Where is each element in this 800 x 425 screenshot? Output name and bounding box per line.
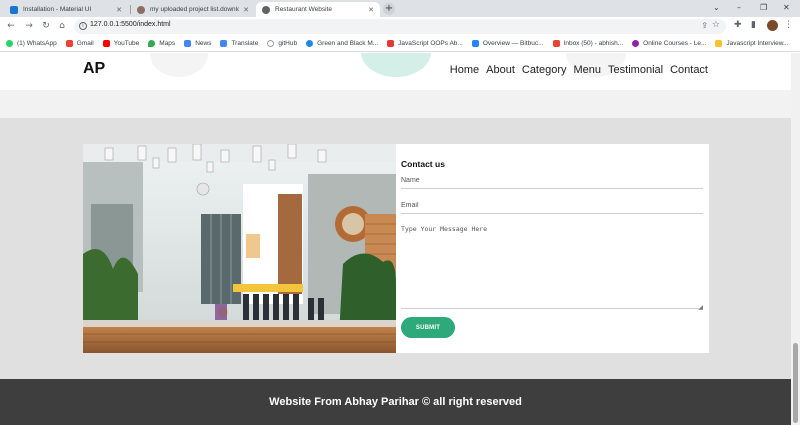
project-favicon-icon (137, 5, 145, 14)
home-icon[interactable]: ⌂ (56, 20, 68, 32)
close-window-icon[interactable]: ✕ (783, 3, 790, 12)
bookmark-maps[interactable]: Maps (148, 40, 175, 47)
interview-icon (715, 40, 723, 47)
back-icon[interactable]: ← (5, 20, 17, 32)
bookmark-label: Gmail (76, 40, 94, 47)
email-field[interactable] (401, 197, 703, 214)
whatsapp-icon (6, 40, 13, 47)
tab-title: Installation - Material UI (23, 6, 92, 13)
page-scrollbar[interactable] (791, 53, 800, 425)
submit-button[interactable]: SUBMIT (401, 317, 455, 338)
message-field[interactable] (401, 223, 703, 309)
contact-form: Contact us ◢ SUBMIT (401, 144, 703, 353)
bookmark-label: (1) WhatsApp (17, 40, 57, 47)
side-panel-icon[interactable]: ▮ (751, 20, 756, 30)
scrolled-content-circle (361, 53, 431, 77)
bookmark-label: Maps (159, 40, 176, 47)
bookmark-news[interactable]: News (184, 40, 211, 47)
profile-avatar[interactable] (767, 20, 778, 31)
github-icon (267, 40, 275, 47)
contact-section: Contact us ◢ SUBMIT (83, 144, 709, 353)
minimize-icon[interactable]: – (737, 3, 741, 12)
tab-search-icon[interactable]: ⌄ (713, 3, 720, 12)
browser-toolbar: ← → ↻ ⌂ i 127.0.0.1:5500/index.html ⇪ ☆ … (0, 17, 800, 36)
courses-icon (632, 40, 640, 47)
bookmark-label: gitHub (278, 40, 298, 47)
bookmark-label: YouTube (113, 40, 140, 47)
forward-icon[interactable]: → (23, 20, 35, 32)
address-bar[interactable]: i 127.0.0.1:5500/index.html ⇪ ☆ (74, 19, 726, 34)
tab-title: my uploaded project list.downlo (150, 6, 240, 13)
material-ui-favicon-icon (10, 5, 18, 14)
bookmark-green-black[interactable]: Green and Black M... (306, 40, 378, 47)
bookmark-whatsapp[interactable]: (1) WhatsApp (6, 40, 57, 47)
url-text[interactable]: 127.0.0.1:5500/index.html (90, 21, 171, 28)
bookmark-js-interview[interactable]: Javascript Interview... (715, 40, 789, 47)
bookmark-youtube[interactable]: YouTube (102, 40, 140, 47)
reload-icon[interactable]: ↻ (40, 20, 52, 32)
footer-text: Website From Abhay Parihar © all right r… (269, 396, 522, 408)
site-info-icon[interactable]: i (79, 22, 87, 30)
nav-link-testimonial[interactable]: Testimonial (608, 64, 663, 76)
bookmark-label: Overview — Bitbuc... (482, 40, 544, 47)
restaurant-interior-image (83, 144, 396, 353)
chrome-icon (306, 40, 314, 47)
page-viewport: AP Home About Category Menu Testimonial … (0, 53, 791, 425)
bookmark-label: Online Courses - Le... (643, 40, 707, 47)
bookmark-label: JavaScript OOPs Ab... (398, 40, 463, 47)
extensions-icon[interactable]: ✚ (734, 20, 742, 30)
scrolled-content-circle (150, 53, 208, 77)
shield-icon (387, 40, 395, 47)
bookmark-bitbucket[interactable]: Overview — Bitbuc... (471, 40, 544, 47)
news-icon (184, 40, 192, 47)
scrollbar-thumb[interactable] (793, 343, 798, 423)
bookmark-label: News (195, 40, 212, 47)
bitbucket-icon (471, 40, 479, 47)
restaurant-interior-illustration (83, 144, 396, 353)
site-footer: Website From Abhay Parihar © all right r… (0, 379, 791, 425)
bookmark-star-icon[interactable]: ☆ (712, 20, 720, 30)
bookmark-inbox[interactable]: Inbox (50) - abhish... (552, 40, 624, 47)
restore-icon[interactable]: ❐ (760, 3, 767, 12)
close-tab-icon[interactable]: ✕ (243, 6, 249, 14)
bookmark-label: Inbox (50) - abhish... (563, 40, 624, 47)
bookmark-label: Translate (231, 40, 259, 47)
maps-pin-icon (148, 40, 156, 47)
main-nav: Home About Category Menu Testimonial Con… (443, 64, 708, 76)
browser-tab-active[interactable]: Restaurant Website ✕ (256, 2, 380, 17)
nav-link-contact[interactable]: Contact (670, 64, 708, 76)
youtube-icon (102, 40, 110, 47)
nav-link-category[interactable]: Category (522, 64, 567, 76)
nav-link-about[interactable]: About (486, 64, 515, 76)
bookmark-translate[interactable]: Translate (220, 40, 258, 47)
bookmark-label: Javascript Interview... (726, 40, 789, 47)
browser-tab[interactable]: my uploaded project list.downlo ✕ (131, 2, 255, 17)
section-divider-band (0, 90, 791, 118)
gmail-icon (65, 40, 73, 47)
translate-icon (220, 40, 228, 47)
close-tab-icon[interactable]: ✕ (368, 6, 374, 14)
textarea-resize-handle-icon[interactable]: ◢ (698, 304, 703, 311)
bookmark-online-courses[interactable]: Online Courses - Le... (632, 40, 706, 47)
nav-link-home[interactable]: Home (450, 64, 479, 76)
browser-tab[interactable]: Installation - Material UI ✕ (4, 2, 128, 17)
tab-title: Restaurant Website (275, 6, 332, 13)
gmail-icon (552, 40, 560, 47)
nav-link-menu[interactable]: Menu (574, 64, 602, 76)
bookmark-label: Green and Black M... (317, 40, 379, 47)
contact-heading: Contact us (401, 159, 445, 169)
menu-kebab-icon[interactable]: ⋮ (784, 20, 793, 30)
name-field[interactable] (401, 172, 703, 189)
close-tab-icon[interactable]: ✕ (116, 6, 122, 14)
bookmarks-bar: (1) WhatsApp Gmail YouTube Maps News Tra… (0, 36, 800, 52)
new-tab-button[interactable]: + (383, 3, 395, 15)
bookmark-js-oops[interactable]: JavaScript OOPs Ab... (387, 40, 463, 47)
site-navbar: AP Home About Category Menu Testimonial … (0, 53, 791, 90)
share-icon[interactable]: ⇪ (701, 21, 708, 30)
tab-strip: Installation - Material UI ✕ my uploaded… (0, 0, 800, 17)
site-logo[interactable]: AP (83, 60, 105, 78)
bookmark-gmail[interactable]: Gmail (65, 40, 94, 47)
bookmark-github[interactable]: gitHub (267, 40, 297, 47)
globe-favicon-icon (262, 5, 270, 14)
